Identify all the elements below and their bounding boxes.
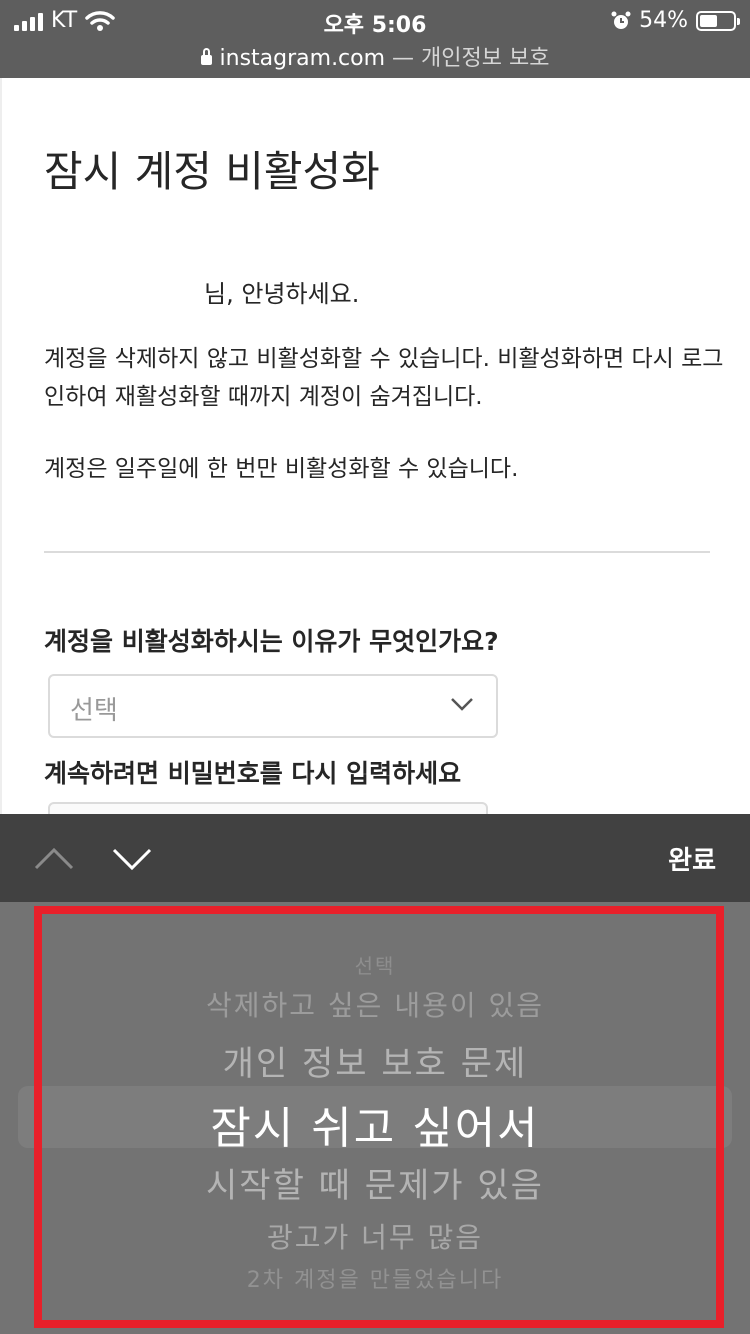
url-bar[interactable]: instagram.com — 개인정보 보호 [0,40,750,72]
reason-select[interactable]: 선택 [48,674,498,738]
previous-field-chevron-up-icon[interactable] [34,838,74,878]
reason-question: 계정을 비활성화하시는 이유가 무엇인가요? [44,627,499,656]
reason-select-value: 선택 [70,696,118,726]
password-input[interactable] [48,802,488,814]
chevron-down-icon [451,698,473,711]
battery-percent: 54% [639,8,688,33]
url-domain: instagram.com [219,46,386,71]
battery-icon [696,10,740,31]
done-button[interactable]: 완료 [668,840,716,877]
lock-icon [200,48,212,65]
password-prompt: 계속하려면 비밀번호를 다시 입력하세요 [44,759,462,788]
status-bar: KT 오후 5:06 54% instagram.com — 개인정보 보호 [0,0,750,78]
red-highlight-box [34,906,724,1328]
deactivate-description: 계정을 삭제하지 않고 비활성화할 수 있습니다. 비활성화하면 다시 로그인하… [44,346,724,410]
reason-picker[interactable]: 선택 삭제하고 싶은 내용이 있음 개인 정보 보호 문제 잠시 쉬고 싶어서 … [0,902,750,1334]
keyboard-accessory-bar: 완료 [0,814,750,902]
next-field-chevron-down-icon[interactable] [112,838,152,878]
deactivate-limit-note: 계정은 일주일에 한 번만 비활성화할 수 있습니다. [44,456,519,482]
status-right: 54% [611,8,740,33]
greeting-text: 님, 안녕하세요. [204,280,360,308]
divider [44,551,710,553]
alarm-icon [611,11,631,29]
page-content: 잠시 계정 비활성화 님, 안녕하세요. 계정을 삭제하지 않고 비활성화할 수… [0,78,750,814]
page-title: 잠시 계정 비활성화 [44,147,380,196]
url-suffix: — 개인정보 보호 [392,46,550,71]
